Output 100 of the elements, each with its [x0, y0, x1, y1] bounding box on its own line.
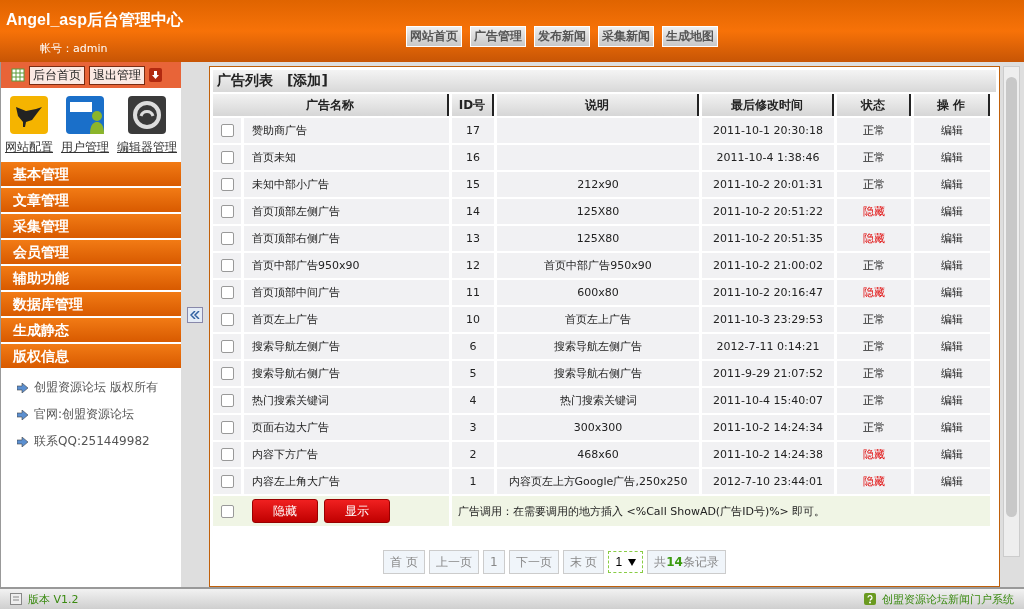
table-cell: 2011-9-29 21:07:52 [702, 361, 834, 386]
edit-link[interactable]: 编辑 [914, 172, 990, 197]
table-cell: 首页顶部中间广告 [244, 280, 449, 305]
nav-button[interactable]: 采集新闻 [598, 26, 654, 47]
action-button[interactable]: 显示 [324, 499, 390, 523]
edit-link[interactable]: 编辑 [914, 253, 990, 278]
table-cell: 页面右边大广告 [244, 415, 449, 440]
column-header: 操 作 [914, 94, 990, 116]
down-arrow-icon[interactable] [149, 68, 162, 82]
info-text: 官网:创盟资源论坛 [34, 406, 135, 423]
row-checkbox[interactable] [220, 178, 234, 191]
edit-link[interactable]: 编辑 [914, 469, 990, 494]
table-cell: 搜索导航右侧广告 [244, 361, 449, 386]
status-cell: 正常 [837, 307, 911, 332]
edit-link[interactable]: 编辑 [914, 145, 990, 170]
table-cell: 热门搜索关键词 [244, 388, 449, 413]
row-checkbox[interactable] [220, 394, 234, 407]
version-label: 版本 V1.2 [28, 591, 79, 607]
column-header: 说明 [497, 94, 699, 116]
column-header: 广告名称 [213, 94, 449, 116]
record-count: 共14条记录 [647, 550, 726, 574]
edit-link[interactable]: 编辑 [914, 442, 990, 467]
column-header: 最后修改时间 [702, 94, 834, 116]
edit-link[interactable]: 编辑 [914, 307, 990, 332]
edit-link[interactable]: 编辑 [914, 361, 990, 386]
account-label: 帐号：admin [40, 41, 109, 56]
help-icon [864, 593, 876, 605]
row-checkbox[interactable] [220, 286, 234, 299]
table-cell: 首页顶部右侧广告 [244, 226, 449, 251]
edit-link[interactable]: 编辑 [914, 415, 990, 440]
nav-button[interactable]: 网站首页 [406, 26, 462, 47]
arrow-icon [17, 436, 28, 447]
collapse-button[interactable] [187, 306, 203, 323]
row-checkbox[interactable] [220, 475, 234, 488]
sidebar-top-button[interactable]: 后台首页 [29, 65, 85, 85]
row-checkbox[interactable] [220, 340, 234, 353]
table-cell: 10 [452, 307, 494, 332]
table-cell: 125X80 [497, 226, 699, 251]
status-cell: 正常 [837, 145, 911, 170]
calculator-icon [10, 593, 22, 605]
table-cell: 17 [452, 118, 494, 143]
info-text: 创盟资源论坛 版权所有 [34, 379, 158, 396]
row-checkbox[interactable] [220, 448, 234, 461]
row-checkbox[interactable] [220, 421, 234, 434]
status-cell: 隐藏 [837, 469, 911, 494]
status-cell: 正常 [837, 118, 911, 143]
row-checkbox[interactable] [220, 205, 234, 218]
arrow-icon [17, 409, 28, 420]
select-all-checkbox[interactable] [220, 504, 234, 518]
table-cell: 3 [452, 415, 494, 440]
table-cell: 6 [452, 334, 494, 359]
table-cell: 2 [452, 442, 494, 467]
edit-link[interactable]: 编辑 [914, 334, 990, 359]
nav-button[interactable]: 发布新闻 [534, 26, 590, 47]
sidebar-top-button[interactable]: 退出管理 [89, 65, 145, 85]
caret-icon [628, 558, 637, 566]
page-select[interactable]: 1 [608, 551, 644, 573]
system-link[interactable]: 创盟资源论坛新闻门户系统 [882, 591, 1014, 607]
row-checkbox[interactable] [220, 259, 234, 272]
column-header: ID号 [452, 94, 494, 116]
table-cell: 内容下方广告 [244, 442, 449, 467]
row-checkbox[interactable] [220, 367, 234, 380]
edit-link[interactable]: 编辑 [914, 118, 990, 143]
add-link[interactable]: [添加] [287, 72, 328, 90]
row-checkbox[interactable] [220, 151, 234, 164]
table-cell: 12 [452, 253, 494, 278]
edit-link[interactable]: 编辑 [914, 388, 990, 413]
chat-icon[interactable] [66, 96, 104, 134]
table-cell: 600x80 [497, 280, 699, 305]
table-cell: 212x90 [497, 172, 699, 197]
row-checkbox[interactable] [220, 124, 234, 137]
shortcut-link[interactable]: 编辑器管理 [117, 139, 177, 156]
table-cell: 2011-10-3 23:29:53 [702, 307, 834, 332]
nav-button[interactable]: 广告管理 [470, 26, 526, 47]
table-cell: 首页顶部左侧广告 [244, 199, 449, 224]
table-cell: 14 [452, 199, 494, 224]
status-cell: 正常 [837, 388, 911, 413]
usage-hint: 广告调用：在需要调用的地方插入 <%Call ShowAD(广告ID号)%> 即可。 [458, 504, 826, 518]
action-button[interactable]: 隐藏 [252, 499, 318, 523]
swirl-icon[interactable] [128, 96, 166, 134]
shortcut-link[interactable]: 用户管理 [61, 139, 109, 156]
status-cell: 隐藏 [837, 199, 911, 224]
panel-title: 广告列表 [217, 72, 273, 90]
scrollbar[interactable] [1003, 66, 1020, 557]
edit-link[interactable]: 编辑 [914, 199, 990, 224]
edit-link[interactable]: 编辑 [914, 226, 990, 251]
row-checkbox[interactable] [220, 313, 234, 326]
table-cell: 搜索导航左侧广告 [244, 334, 449, 359]
nav-button[interactable]: 生成地图 [662, 26, 718, 47]
table-cell: 15 [452, 172, 494, 197]
app-title: Angel_asp后台管理中心 [6, 10, 184, 30]
row-checkbox[interactable] [220, 232, 234, 245]
shortcut-link[interactable]: 网站配置 [5, 139, 53, 156]
table-cell: 2012-7-11 0:14:21 [702, 334, 834, 359]
status-cell: 正常 [837, 361, 911, 386]
arrow-icon [17, 382, 28, 393]
edit-link[interactable]: 编辑 [914, 280, 990, 305]
table-cell: 内容页左上方Google广告,250x250 [497, 469, 699, 494]
table-cell: 2011-10-2 20:51:22 [702, 199, 834, 224]
table-cell: 2011-10-1 20:30:18 [702, 118, 834, 143]
